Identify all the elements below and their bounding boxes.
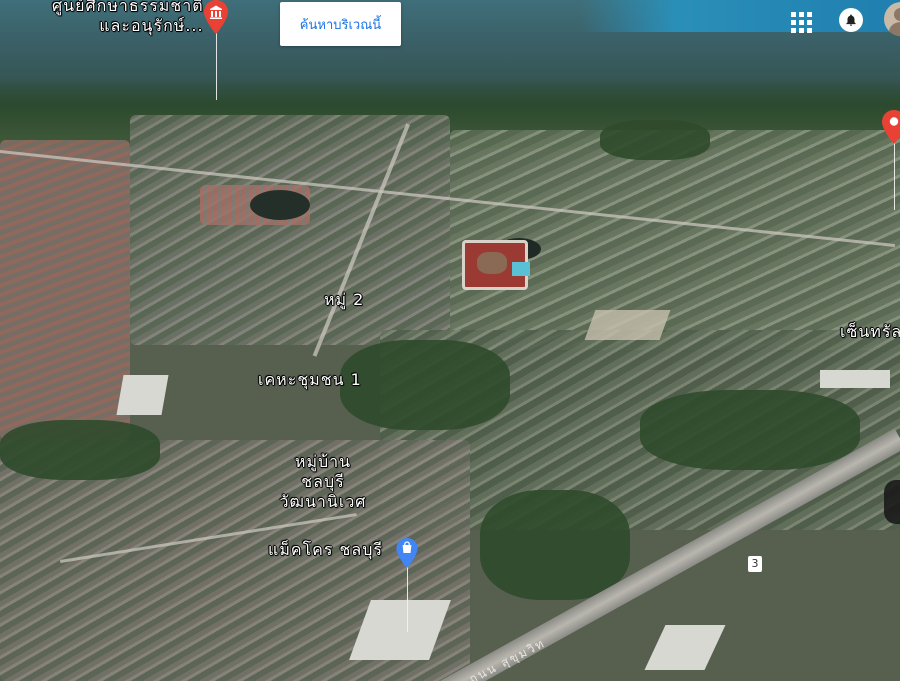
place-label-village-line3: วัฒนานิเวศ [279,492,367,511]
urban-area [0,140,130,440]
place-pin[interactable] [882,110,900,144]
pin-stem [407,564,408,632]
vegetation-area [480,490,630,600]
urban-area [130,115,450,345]
vegetation-area [0,420,160,480]
search-this-area-button[interactable]: ค้นหาบริเวณนี้ [280,2,401,46]
makro-pin[interactable] [396,538,418,568]
sand-lot [584,310,671,340]
building [116,375,169,415]
location-pin-icon [882,110,900,144]
route-shield: 3 [748,556,762,572]
vegetation-area [600,120,710,160]
place-label-central[interactable]: เซ็นทรัลพ [840,322,900,342]
museum-icon [204,0,228,34]
place-label-museum-line2: และอนุรักษ์... [99,16,204,35]
vegetation-area [640,390,860,470]
place-label-village[interactable]: หมู่บ้าน ชลบุรี วัฒนานิเวศ [258,452,388,512]
place-label-moo2[interactable]: หมู่ 2 [324,290,364,310]
place-label-museum[interactable]: ศูนย์ศึกษาธรรมชาติ และอนุรักษ์... [52,0,204,36]
pin-stem [894,140,895,210]
place-label-museum-line1: ศูนย์ศึกษาธรรมชาติ [52,0,204,15]
satellite-map[interactable]: ถนน สุขุมวิท 3 ศูนย์ศึกษาธรรมชาติ และอนุ… [0,0,900,681]
pin-stem [216,28,217,100]
museum-pin[interactable] [204,0,228,34]
notifications-button[interactable] [839,8,863,32]
place-label-village-line1: หมู่บ้าน [294,452,352,471]
map-side-control[interactable] [884,480,900,524]
place-label-village-line2: ชลบุรี [301,472,345,491]
apps-grid-icon[interactable] [787,8,813,34]
vegetation-area [340,340,510,430]
shopping-bag-icon [396,538,418,568]
building [820,370,890,388]
place-label-makro[interactable]: แม็คโคร ชลบุรี [268,540,383,560]
pool [512,262,530,276]
place-label-community1[interactable]: เคหะชุมชน 1 [258,370,362,390]
pond [250,190,310,220]
bell-icon [846,14,856,26]
